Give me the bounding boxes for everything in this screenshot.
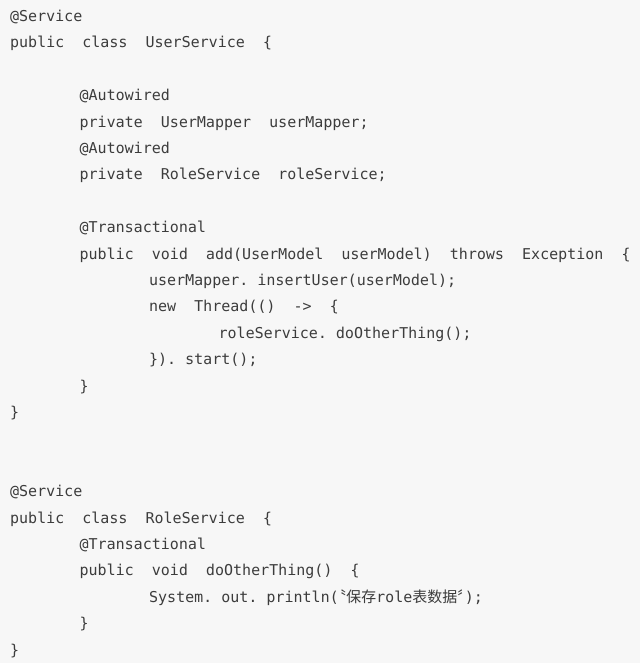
code-line-text: private UserMapper userMapper; — [79, 112, 369, 131]
code-line: } — [0, 637, 640, 663]
code-line-text: } — [79, 376, 89, 395]
code-line: public class RoleService { — [0, 505, 640, 531]
code-line-text: @Autowired — [79, 139, 170, 157]
code-line: } — [0, 610, 640, 636]
code-line: @Autowired — [0, 82, 640, 108]
code-line: public void doOtherThing() { — [0, 557, 640, 583]
code-line: }). start(); — [0, 346, 640, 372]
code-line-text: public void add(UserModel userModel) thr… — [79, 244, 631, 263]
code-line: public class UserService { — [0, 29, 640, 55]
code-line: @Transactional — [0, 531, 640, 557]
code-line: } — [0, 373, 640, 399]
code-line-text: @Service — [10, 482, 83, 501]
code-line-text: } — [10, 640, 20, 659]
code-line-text: public class RoleService { — [10, 508, 272, 527]
code-line-text: @Autowired — [79, 86, 170, 105]
code-line-text: } — [79, 614, 89, 633]
code-line-text: @Service — [10, 7, 83, 25]
code-line-text: System. out. println(〝保存role表数据〞); — [149, 587, 483, 606]
code-line-text: public void doOtherThing() { — [79, 561, 360, 580]
code-line: userMapper. insertUser(userModel); — [0, 267, 640, 293]
code-line-text: new Thread(() -> { — [149, 297, 339, 316]
code-line-text: @Transactional — [79, 218, 206, 237]
code-line: roleService. doOtherThing(); — [0, 320, 640, 346]
code-snippet-viewer: @Service public class UserService { @Autow… — [0, 0, 640, 659]
code-line-text: userMapper. insertUser(userModel); — [149, 271, 457, 289]
code-line-text: private RoleService roleService; — [79, 165, 387, 184]
code-line: private RoleService roleService; — [0, 161, 640, 187]
code-line-text: @Transactional — [79, 535, 206, 553]
code-line-text: }). start(); — [149, 350, 258, 369]
code-line: @Transactional — [0, 214, 640, 240]
code-line: @Service — [0, 3, 640, 29]
code-line: } — [0, 399, 640, 425]
code-line-text: public class UserService { — [10, 33, 272, 52]
code-line: new Thread(() -> { — [0, 293, 640, 319]
code-line: @Autowired — [0, 135, 640, 161]
code-line: @Service — [0, 478, 640, 504]
code-line-text: } — [10, 403, 20, 421]
code-line: private UserMapper userMapper; — [0, 109, 640, 135]
code-line: System. out. println(〝保存role表数据〞); — [0, 584, 640, 610]
code-line-text: roleService. doOtherThing(); — [218, 323, 472, 342]
code-line: public void add(UserModel userModel) thr… — [0, 241, 640, 267]
